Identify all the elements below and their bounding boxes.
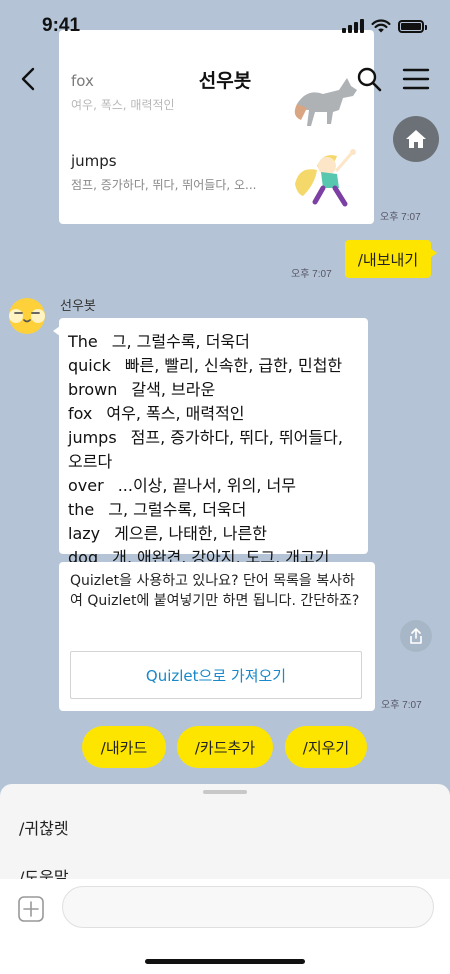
list-meaning: 오르다 — [68, 452, 113, 471]
quizlet-message: Quizlet을 사용하고 있나요? 단어 목록을 복사하여 Quizlet에 … — [70, 573, 360, 609]
word-list-bubble[interactable]: The 그, 그럴수록, 더욱더 quick 빠른, 빨리, 신속한, 급한, 민첩… — [53, 318, 368, 567]
search-icon[interactable] — [356, 66, 382, 92]
bot-avatar-face-icon — [9, 298, 45, 334]
battery-icon — [398, 19, 427, 33]
my-message-bubble[interactable]: /내보내기 — [345, 240, 437, 278]
vocab-definition: 점프, 증가하다, 뛰다, 뛰어들다, 오... — [71, 178, 257, 192]
quick-reply-clear[interactable]: /지우기 — [285, 726, 367, 768]
jumping-cartoon-image — [295, 149, 356, 207]
list-item: 오르다 — [68, 450, 359, 474]
list-word: the — [68, 500, 95, 519]
list-word: brown — [68, 380, 118, 399]
list-item: The 그, 그럴수록, 더욱더 — [68, 330, 359, 354]
list-word: quick — [68, 356, 111, 375]
sheet-drag-handle[interactable] — [203, 790, 247, 794]
list-word: The — [68, 332, 98, 351]
list-meaning: 그, 그럴수록, 더욱더 — [108, 500, 247, 519]
list-word: fox — [68, 404, 93, 423]
share-icon — [410, 628, 422, 644]
quizlet-import-button[interactable]: Quizlet으로 가져오기 — [70, 651, 362, 699]
message-input[interactable] — [62, 886, 434, 928]
chat-title: 선우봇 — [198, 70, 252, 92]
list-item: over ...이상, 끝나서, 위의, 너무 — [68, 474, 359, 498]
list-meaning: 여우, 폭스, 매력적인 — [106, 404, 245, 423]
vocab-word: jumps — [71, 152, 117, 170]
list-meaning: 점프, 증가하다, 뛰다, 뛰어들다, — [130, 428, 343, 447]
message-input-bar — [0, 879, 450, 974]
list-word: over — [68, 476, 104, 495]
chat-header: 선우봇 — [0, 52, 450, 107]
status-icons — [342, 19, 427, 33]
list-item: lazy 게으른, 나태한, 나른한 — [68, 522, 359, 546]
list-item: brown 갈색, 브라운 — [68, 378, 359, 402]
list-meaning: 그, 그럴수록, 더욱더 — [111, 332, 250, 351]
message-time: 오후 7:07 — [291, 269, 332, 280]
home-icon — [406, 130, 426, 148]
back-chevron-icon[interactable] — [16, 66, 42, 92]
home-indicator — [145, 959, 305, 964]
quick-reply-my-cards[interactable]: /내카드 — [82, 726, 166, 768]
hamburger-menu-icon[interactable] — [402, 66, 430, 92]
share-button[interactable] — [400, 620, 432, 652]
list-meaning: 게으른, 나태한, 나른한 — [114, 524, 267, 543]
wifi-icon — [371, 19, 391, 33]
list-meaning: 갈색, 브라운 — [131, 380, 216, 399]
list-item: jumps 점프, 증가하다, 뛰다, 뛰어들다, — [68, 426, 359, 450]
list-word: lazy — [68, 524, 101, 543]
message-time: 오후 7:07 — [380, 212, 421, 223]
list-item: fox 여우, 폭스, 매력적인 — [68, 402, 359, 426]
list-word: jumps — [68, 428, 117, 447]
status-bar: 9:41 — [0, 0, 450, 52]
quick-reply-add-card[interactable]: /카드추가 — [177, 726, 273, 768]
quizlet-card: Quizlet을 사용하고 있나요? 단어 목록을 복사하여 Quizlet에 … — [59, 562, 375, 711]
status-time: 9:41 — [42, 15, 81, 36]
bot-avatar[interactable] — [6, 294, 48, 336]
cellular-signal-icon — [342, 19, 364, 33]
vocab-row-jumps[interactable]: jumps 점프, 증가하다, 뛰다, 뛰어들다, 오... — [71, 149, 361, 214]
home-button[interactable] — [393, 116, 439, 162]
list-item: quick 빠른, 빨리, 신속한, 급한, 민첩한 — [68, 354, 359, 378]
command-item[interactable]: /귀찮렛 — [19, 815, 69, 839]
bot-name: 선우봇 — [60, 299, 96, 314]
list-meaning: 빠른, 빨리, 신속한, 급한, 민첩한 — [124, 356, 343, 375]
list-item: the 그, 그럴수록, 더욱더 — [68, 498, 359, 522]
message-time: 오후 7:07 — [381, 700, 422, 711]
list-meaning: ...이상, 끝나서, 위의, 너무 — [117, 476, 296, 495]
plus-icon[interactable] — [17, 895, 45, 923]
